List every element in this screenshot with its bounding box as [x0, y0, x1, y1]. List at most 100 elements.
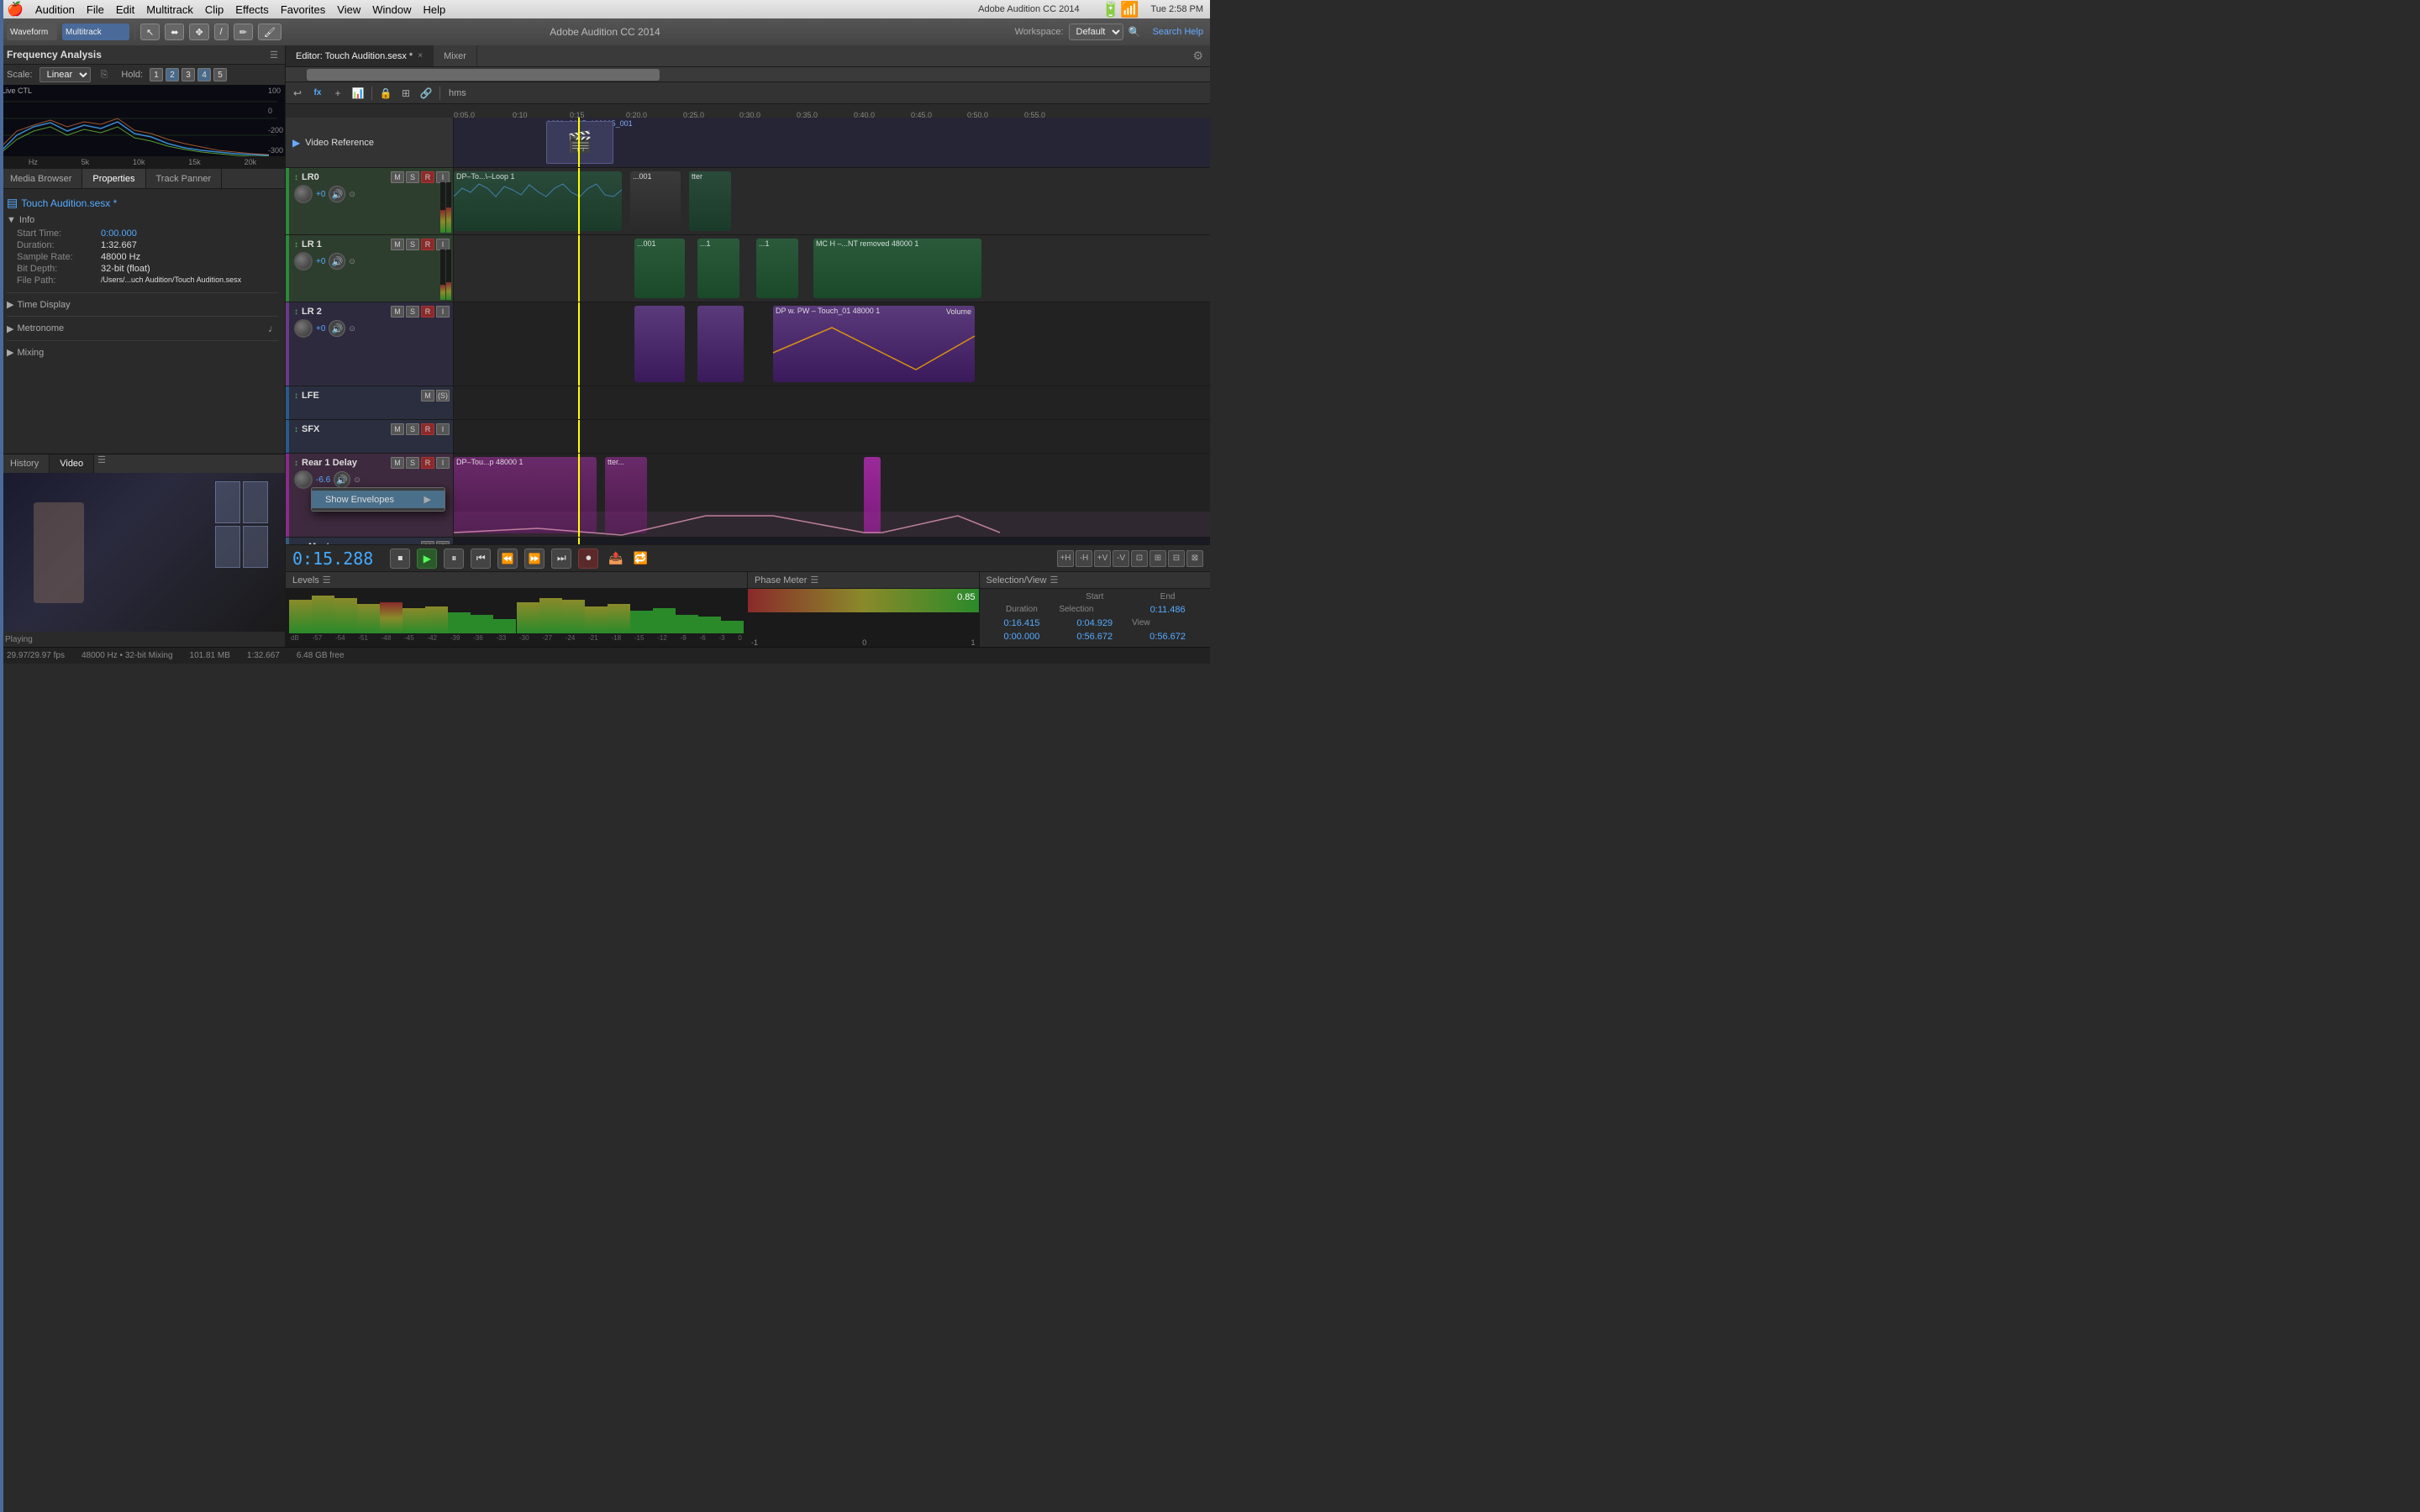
metronome-header[interactable]: ▶ Metronome ♩ [7, 320, 278, 337]
knob-rear-delay[interactable] [294, 470, 313, 489]
tl-btn-return[interactable]: ↩ [289, 85, 306, 102]
input-btn-lr2[interactable]: I [436, 306, 450, 318]
input-btn-rear-delay[interactable]: I [436, 457, 450, 469]
hold-btn-4[interactable]: 4 [197, 68, 211, 81]
copy-icon[interactable]: ⎘ [101, 70, 108, 81]
tab-track-panner[interactable]: Track Panner [146, 169, 223, 188]
transport-loop[interactable]: 🔁 [634, 551, 648, 565]
tool-pencil[interactable]: ✏ [234, 24, 253, 40]
clip-lr2-1[interactable] [634, 306, 685, 382]
clip-lr1-3[interactable]: ...1 [756, 239, 798, 298]
menu-effects[interactable]: Effects [235, 3, 269, 16]
sv-view-start[interactable]: 0:00.000 [986, 632, 1058, 643]
surround-lr1[interactable]: ⊙ [349, 257, 355, 266]
menu-help[interactable]: Help [423, 3, 445, 16]
context-item-show-envelopes[interactable]: Show Envelopes ▶ [312, 491, 445, 508]
zoom-in-v[interactable]: +V [1094, 550, 1111, 567]
sv-view-duration[interactable]: 0:56.672 [1132, 632, 1203, 643]
scroll-thumb[interactable] [307, 69, 660, 81]
search-help[interactable]: Search Help [1152, 27, 1203, 37]
menu-audition[interactable]: Audition [35, 3, 75, 16]
zoom-all[interactable]: ⊟ [1168, 550, 1185, 567]
search-icon[interactable]: 🔍 [1128, 26, 1141, 38]
tab-editor[interactable]: Editor: Touch Audition.sesx * × [286, 45, 434, 66]
rec-btn-lr2[interactable]: R [421, 306, 434, 318]
speaker-rear-delay[interactable]: 🔊 [334, 471, 350, 488]
rec-btn-rear-delay[interactable]: R [421, 457, 434, 469]
transport-record[interactable]: ⏺ [578, 549, 598, 569]
tool-slice[interactable]: / [214, 24, 229, 40]
knob-lr0[interactable] [294, 185, 313, 203]
transport-export[interactable]: 📤 [608, 551, 623, 565]
tl-btn-fx[interactable]: fx [309, 85, 326, 102]
menu-multitrack[interactable]: Multitrack [146, 3, 193, 16]
solo-btn-master[interactable]: (S) [436, 541, 450, 544]
tool-paint[interactable]: 🖌 [258, 24, 281, 40]
menu-view[interactable]: View [337, 3, 360, 16]
sv-view-end[interactable]: 0:56.672 [1059, 632, 1130, 643]
clip-lr0-2[interactable]: ...001 [630, 171, 681, 231]
hold-btn-2[interactable]: 2 [166, 68, 179, 81]
clip-lr1-2[interactable]: ...1 [697, 239, 739, 298]
solo-btn-lfe[interactable]: (S) [436, 390, 450, 402]
freq-menu-icon[interactable]: ☰ [270, 50, 278, 60]
knob-lr1[interactable] [294, 252, 313, 270]
menu-window[interactable]: Window [372, 3, 411, 16]
menu-file[interactable]: File [87, 3, 104, 16]
track-expand-lr0[interactable]: ↕ [294, 173, 298, 182]
editor-settings-icon[interactable]: ⚙ [1186, 49, 1210, 63]
tool-time[interactable]: ⬌ [165, 24, 184, 40]
transport-play[interactable]: ▶ [417, 549, 437, 569]
mute-btn-sfx[interactable]: M [391, 423, 404, 435]
rec-btn-lr0[interactable]: R [421, 171, 434, 183]
levels-menu-icon[interactable]: ☰ [323, 575, 331, 585]
clip-lr2-2[interactable] [697, 306, 744, 382]
mute-btn-master[interactable]: M [421, 541, 434, 544]
solo-btn-lr2[interactable]: S [406, 306, 419, 318]
speaker-lr0[interactable]: 🔊 [329, 186, 345, 202]
waveform-button[interactable]: Waveform [7, 24, 57, 40]
transport-forward-end[interactable]: ⏭ [551, 549, 571, 569]
sv-sel-duration[interactable]: 0:04.929 [1059, 618, 1130, 630]
tab-close-editor[interactable]: × [418, 51, 423, 60]
zoom-out-v[interactable]: -V [1113, 550, 1129, 567]
tl-btn-sync[interactable]: 🔗 [418, 85, 434, 102]
mute-btn-lr0[interactable]: M [391, 171, 404, 183]
zoom-in-h[interactable]: +H [1057, 550, 1074, 567]
apple-menu[interactable]: 🍎 [7, 1, 24, 18]
mute-btn-rear-delay[interactable]: M [391, 457, 404, 469]
video-menu-icon[interactable]: ☰ [97, 454, 106, 473]
rec-btn-sfx[interactable]: R [421, 423, 434, 435]
zoom-reset[interactable]: ⊠ [1186, 550, 1203, 567]
tab-media-browser[interactable]: Media Browser [0, 169, 82, 188]
mute-btn-lr2[interactable]: M [391, 306, 404, 318]
zoom-selection[interactable]: ⊞ [1150, 550, 1166, 567]
speaker-lr1[interactable]: 🔊 [329, 253, 345, 270]
solo-btn-lr1[interactable]: S [406, 239, 419, 250]
mute-btn-lfe[interactable]: M [421, 390, 434, 402]
solo-btn-rear-delay[interactable]: S [406, 457, 419, 469]
surround-lr2[interactable]: ⊙ [349, 324, 355, 333]
rec-btn-lr1[interactable]: R [421, 239, 434, 250]
hold-btn-3[interactable]: 3 [182, 68, 195, 81]
track-expand-lr1[interactable]: ↕ [294, 240, 298, 249]
track-expand-rear-delay[interactable]: ↕ [294, 459, 298, 468]
multitrack-button[interactable]: Multitrack [62, 24, 129, 40]
input-btn-sfx[interactable]: I [436, 423, 450, 435]
info-header[interactable]: ▼ Info [7, 215, 278, 225]
workspace-select[interactable]: Default [1069, 24, 1123, 40]
clip-lr0-3[interactable]: tter [689, 171, 731, 231]
menu-edit[interactable]: Edit [116, 3, 134, 16]
menu-favorites[interactable]: Favorites [281, 3, 325, 16]
transport-stop[interactable]: ⏹ [390, 549, 410, 569]
speaker-lr2[interactable]: 🔊 [329, 320, 345, 337]
sv-sel-end[interactable]: 0:16.415 [986, 618, 1058, 630]
solo-btn-lr0[interactable]: S [406, 171, 419, 183]
tl-btn-add-track[interactable]: + [329, 85, 346, 102]
track-expand-lr2[interactable]: ↕ [294, 307, 298, 317]
hold-btn-1[interactable]: 1 [150, 68, 163, 81]
tab-mixer[interactable]: Mixer [434, 45, 477, 66]
surround-rear-delay[interactable]: ⊙ [354, 475, 360, 485]
time-display-header[interactable]: ▶ Time Display [7, 297, 278, 312]
track-expand-sfx[interactable]: ↕ [294, 425, 298, 434]
